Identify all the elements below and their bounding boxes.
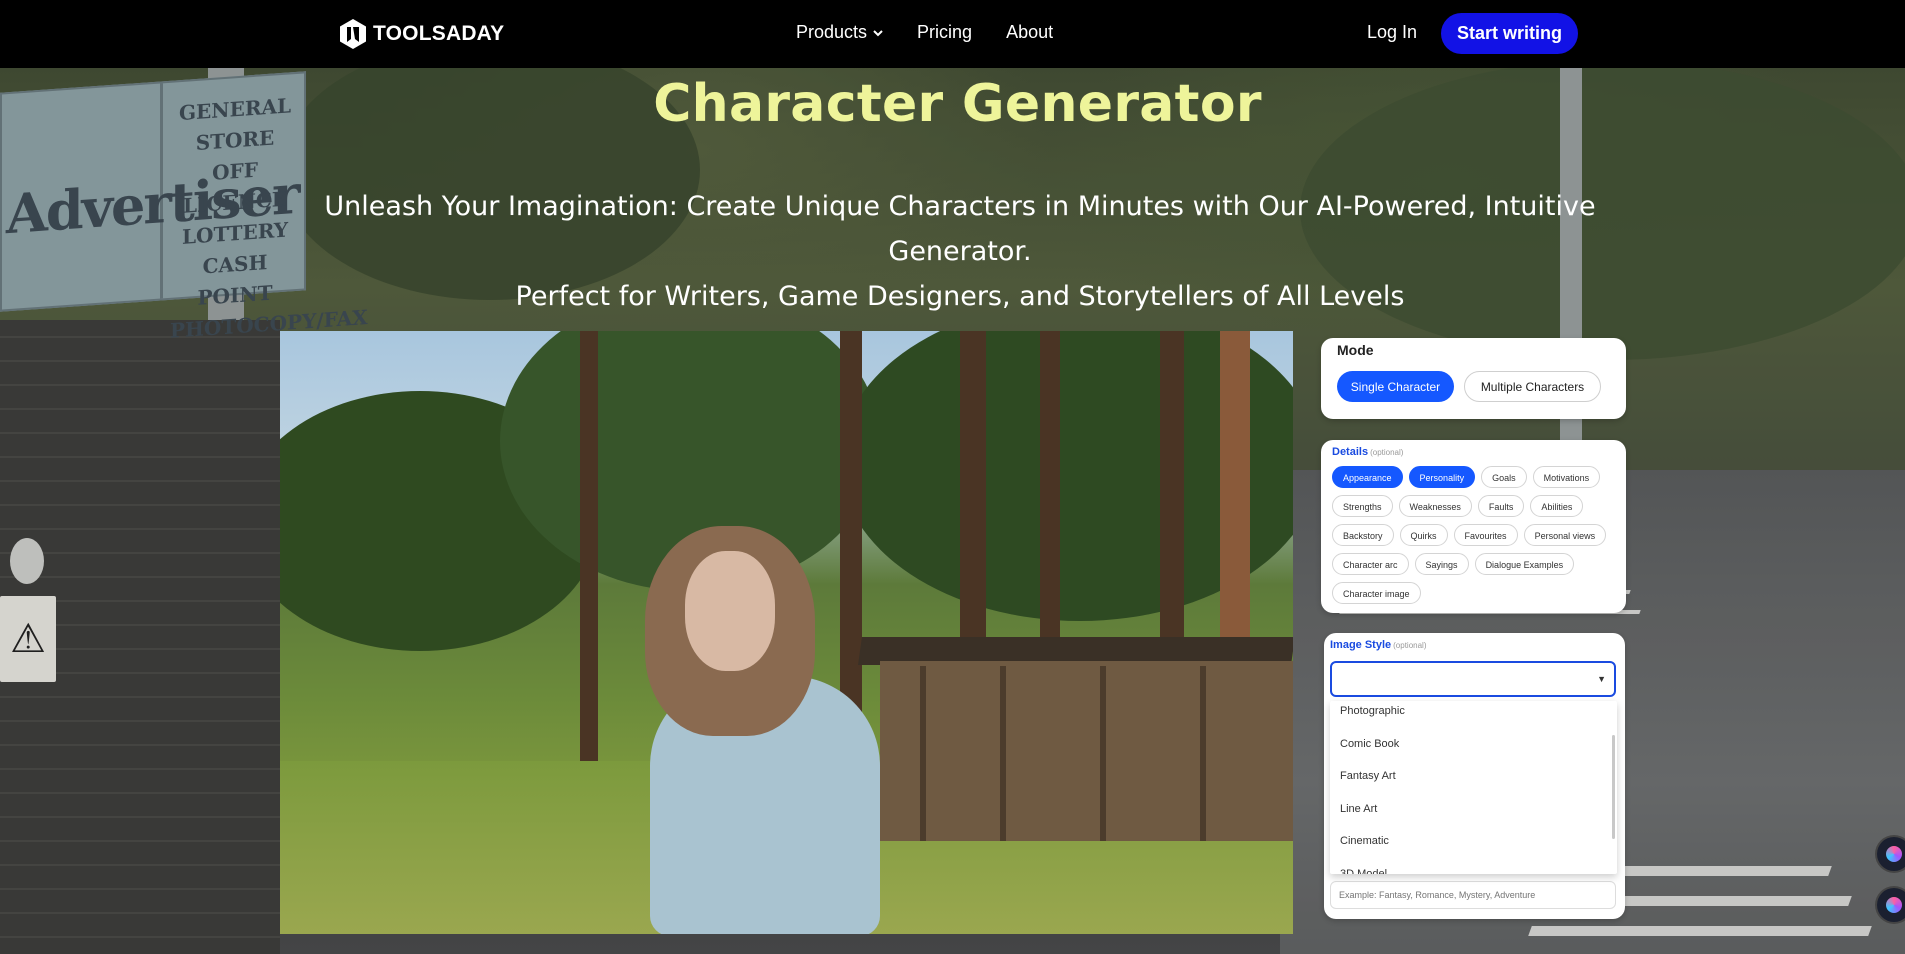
mode-panel: Mode Single Character Multiple Character…	[1321, 338, 1626, 419]
top-navbar: TOOLSADAY Products Pricing About Log In …	[0, 0, 1905, 68]
details-label: Details (optional)	[1332, 446, 1404, 458]
chip-backstory[interactable]: Backstory	[1332, 524, 1394, 546]
demo-video[interactable]	[280, 331, 1293, 934]
details-chips: Appearance Personality Goals Motivations…	[1332, 466, 1622, 611]
option-line-art[interactable]: Line Art	[1330, 793, 1617, 826]
main-nav: Products Pricing About	[796, 22, 1087, 43]
option-comic-book[interactable]: Comic Book	[1330, 728, 1617, 761]
chip-faults[interactable]: Faults	[1477, 495, 1525, 517]
chip-motivations[interactable]: Motivations	[1532, 466, 1601, 488]
chip-strengths[interactable]: Strengths	[1332, 495, 1393, 517]
option-cinematic[interactable]: Cinematic	[1330, 825, 1617, 858]
chevron-down-icon	[873, 29, 883, 36]
page-subtitle: Unleash Your Imagination: Create Unique …	[260, 184, 1660, 319]
option-photographic[interactable]: Photographic	[1330, 701, 1617, 728]
nav-products-label: Products	[796, 22, 868, 42]
assistant-orb-icon	[1886, 846, 1902, 862]
mode-single-character[interactable]: Single Character	[1337, 371, 1454, 402]
mode-label: Mode	[1337, 342, 1374, 358]
details-panel: Details (optional) Appearance Personality…	[1321, 440, 1626, 613]
nav-products[interactable]: Products	[796, 22, 883, 43]
start-writing-button[interactable]: Start writing	[1441, 13, 1578, 54]
nav-about[interactable]: About	[1006, 22, 1053, 43]
subtitle-line-1: Unleash Your Imagination: Create Unique …	[324, 191, 1596, 267]
chip-dialogue-examples[interactable]: Dialogue Examples	[1474, 553, 1575, 575]
login-link[interactable]: Log In	[1367, 22, 1417, 43]
chip-personality[interactable]: Personality	[1408, 466, 1476, 488]
image-style-dropdown[interactable]: Photographic Comic Book Fantasy Art Line…	[1330, 701, 1617, 874]
image-style-select[interactable]: ▼	[1330, 661, 1616, 697]
image-style-label: Image Style (optional)	[1330, 639, 1427, 651]
nav-pricing[interactable]: Pricing	[917, 22, 972, 43]
assistant-button-secondary[interactable]	[1877, 888, 1905, 922]
chip-favourites[interactable]: Favourites	[1453, 524, 1518, 546]
page-title: Character Generator	[653, 74, 1262, 134]
assistant-orb-icon	[1886, 897, 1902, 913]
chip-appearance[interactable]: Appearance	[1332, 466, 1403, 488]
chip-goals[interactable]: Goals	[1481, 466, 1527, 488]
brand-logo[interactable]: TOOLSADAY	[339, 18, 504, 50]
chip-weaknesses[interactable]: Weaknesses	[1398, 495, 1472, 517]
option-fantasy-art[interactable]: Fantasy Art	[1330, 760, 1617, 793]
dropdown-scrollbar[interactable]	[1612, 735, 1615, 839]
image-style-panel: Image Style (optional) ▼ Photographic Com…	[1324, 633, 1625, 919]
mode-multiple-characters[interactable]: Multiple Characters	[1464, 371, 1601, 402]
chip-personal-views[interactable]: Personal views	[1523, 524, 1607, 546]
brand-name: TOOLSADAY	[373, 22, 505, 45]
subtitle-line-2: Perfect for Writers, Game Designers, and…	[515, 281, 1405, 312]
toolsaday-logo-icon	[340, 19, 366, 49]
chip-character-image[interactable]: Character image	[1332, 582, 1421, 604]
chip-sayings[interactable]: Sayings	[1414, 553, 1469, 575]
assistant-button[interactable]	[1877, 837, 1905, 871]
genre-input[interactable]	[1330, 881, 1616, 909]
select-caret-icon: ▼	[1597, 674, 1606, 684]
chip-abilities[interactable]: Abilities	[1530, 495, 1584, 517]
chip-character-arc[interactable]: Character arc	[1332, 553, 1409, 575]
option-3d-model[interactable]: 3D Model	[1330, 858, 1617, 875]
chip-quirks[interactable]: Quirks	[1399, 524, 1448, 546]
